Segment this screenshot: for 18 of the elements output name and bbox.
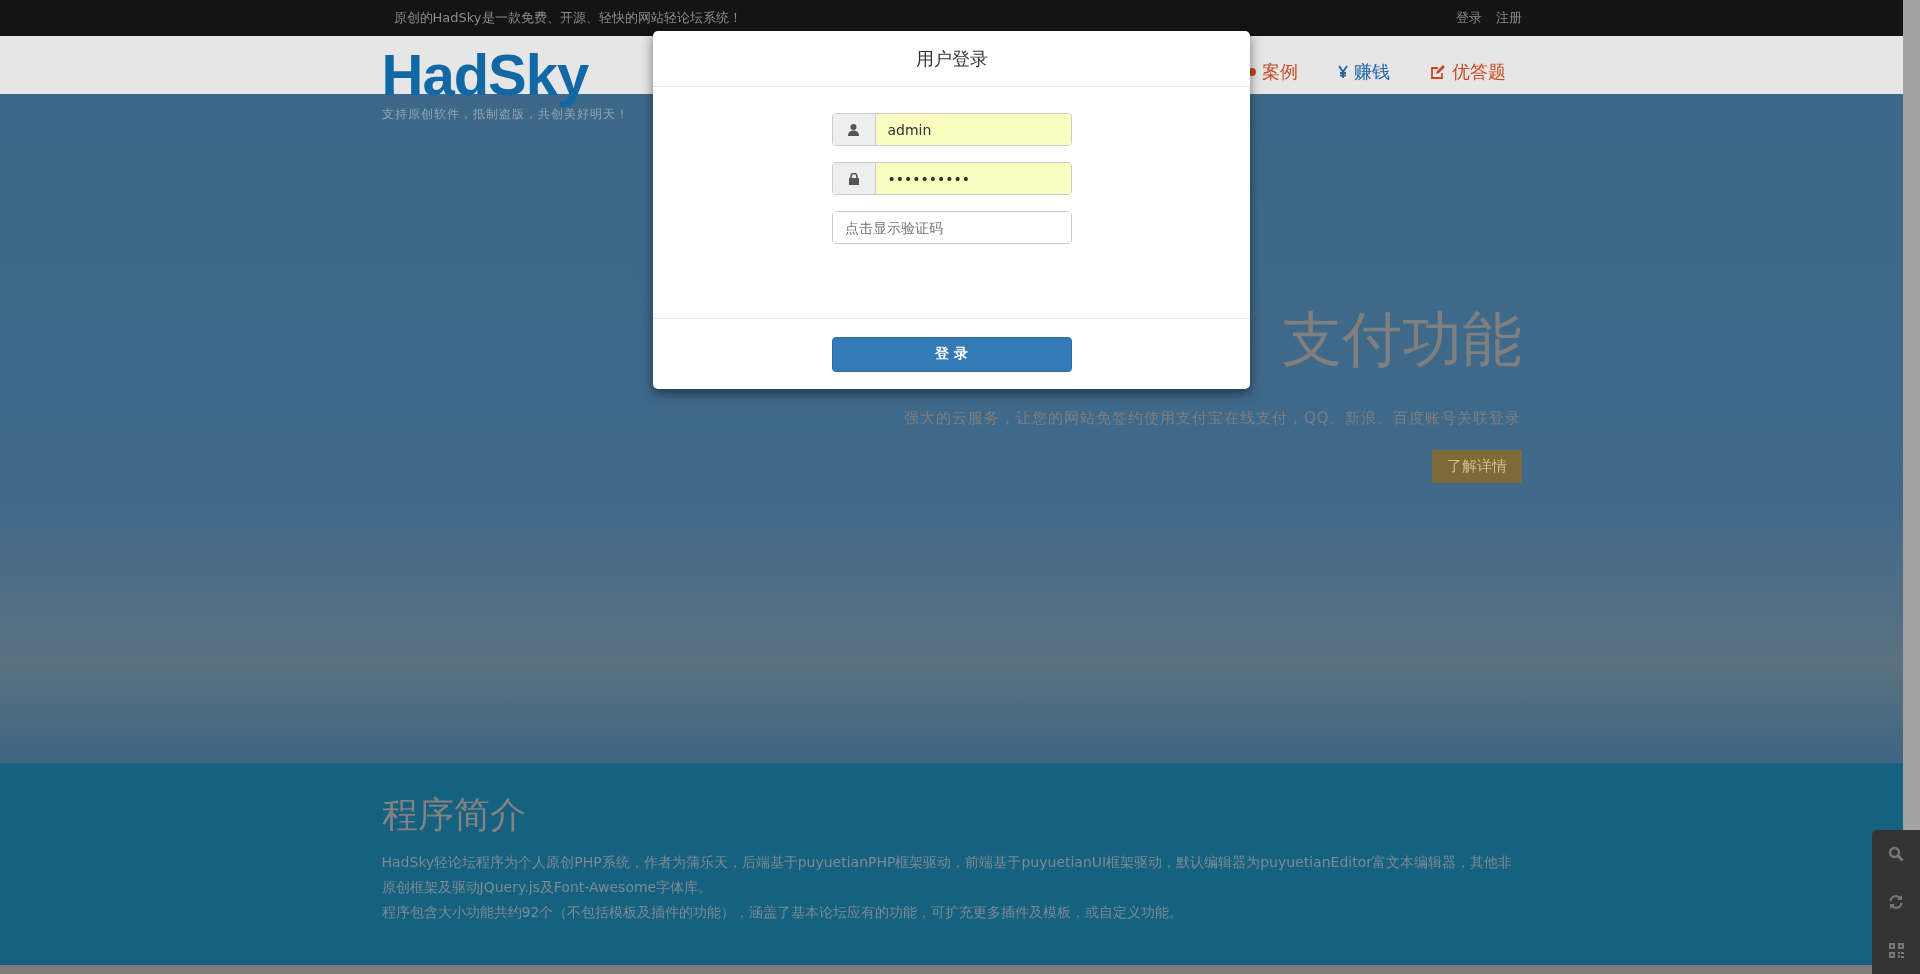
details-button[interactable]: 了解详情: [1431, 450, 1522, 483]
nav-link[interactable]: 赚钱: [1337, 60, 1390, 84]
login-button[interactable]: 登 录: [831, 336, 1072, 372]
site-logo[interactable]: HadSky: [381, 42, 589, 109]
logo-slogan: 支持原创软件，抵制盗版，共创美好明天！: [381, 107, 629, 123]
section-title: 程序简介: [381, 793, 527, 837]
intro-paragraph: HadSky轻论坛程序为个人原创PHP系统，作者为蒲乐天，后端基于puyuetianPHP框架驱动，前端基于puyuetianUI框架驱动，默认编辑器为puyuetianEditor富文本编辑器，其他非原创框架及驱动JQuery.js及Font-Awesome字体库。: [381, 853, 1513, 897]
nav-link[interactable]: 优答题: [1429, 60, 1506, 84]
top-link[interactable]: 注册: [1495, 9, 1522, 27]
banner-title: 支付功能: [1281, 309, 1522, 369]
username-field[interactable]: admin: [831, 113, 1072, 146]
password-field[interactable]: ••••••••••: [831, 162, 1072, 195]
top-link[interactable]: 登录: [1455, 9, 1482, 27]
banner-subtitle: 强大的云服务，让您的网站免签约使用支付宝在线支付，QQ、新浪、百度账号关联登录: [903, 409, 1522, 428]
captcha-field[interactable]: 点击显示验证码: [831, 211, 1072, 244]
site-tagline: 原创的HadSky是一款免费、开源、轻快的网站轻论坛系统！: [392, 9, 742, 27]
dialog-title: 用户登录: [915, 46, 988, 71]
intro-paragraph: 程序包含大小功能共约92个（不包括模板及插件的功能），涵盖了基本论坛应有的功能，可扩充更多插件及模板，或自定义功能。: [381, 903, 1185, 922]
